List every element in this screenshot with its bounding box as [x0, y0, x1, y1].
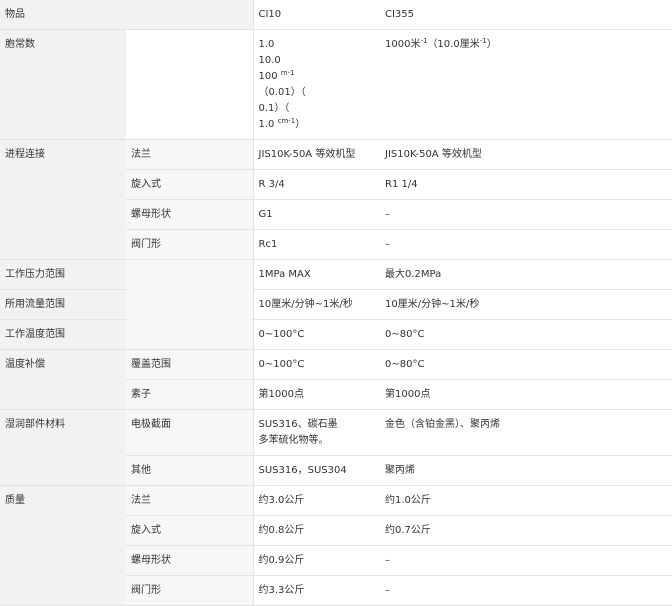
wetted-label: 湿润部件材料	[0, 409, 126, 486]
temp-ci10: 0~100°C	[253, 319, 380, 350]
mass-sub: 阀门形	[126, 575, 254, 606]
mass-ci355: –	[380, 575, 672, 606]
mass-label: 质量	[0, 485, 126, 606]
wetted-ci10-line: 多苯硫化物等。	[258, 435, 329, 446]
range-ci10-line: 100 m-1	[258, 69, 295, 83]
range-empty	[126, 29, 254, 140]
mass-ci10: 约3.3公斤	[253, 575, 380, 606]
mass-ci355: 约0.7公斤	[380, 515, 672, 546]
header-item: 物品	[0, 0, 126, 30]
flow-ci10: 10厘米/分钟~1米/秒	[253, 289, 380, 320]
connection-sub: 螺母形状	[126, 199, 254, 230]
connection-label: 进程连接	[0, 139, 126, 260]
header-ci10: CI10	[253, 0, 380, 30]
range-ci10-line: 1.0	[258, 39, 275, 50]
conditions-sub-empty	[126, 259, 254, 350]
mass-ci10: 约3.0公斤	[253, 485, 380, 516]
mass-sub: 旋入式	[126, 515, 254, 546]
wetted-ci355: 金色（含铂金黑）、聚丙烯	[380, 409, 672, 456]
connection-ci355: R1 1/4	[380, 169, 672, 200]
range-ci10-line: （0.01）（	[258, 87, 306, 98]
compensation-label: 温度补偿	[0, 349, 126, 410]
flow-ci355: 10厘米/分钟~1米/秒	[380, 289, 672, 320]
connection-sub: 阀门形	[126, 229, 254, 260]
pressure-ci355: 最大0.2MPa	[380, 259, 672, 290]
connection-ci10: JIS10K-50A 等效机型	[253, 139, 380, 170]
range-ci10: 1.0 10.0 100 m-1 （0.01）（ 0.1）（ 1.0 cm-1）	[253, 29, 380, 140]
mass-row: 质量 法兰 约3.0公斤 约1.0公斤	[0, 485, 672, 606]
wetted-ci10-line: SUS316、碳石墨	[258, 419, 338, 430]
range-ci10-line: 10.0	[258, 55, 281, 66]
compensation-ci10: 第1000点	[253, 379, 380, 410]
wetted-row: 湿润部件材料 电极截面 SUS316、碳石墨 多苯硫化物等。 金色（含铂金黑）、…	[0, 409, 672, 486]
temp-ci355: 0~80°C	[380, 319, 672, 350]
compensation-ci355: 0~80°C	[380, 349, 672, 380]
connection-ci10: G1	[253, 199, 380, 230]
connection-sub: 法兰	[126, 139, 254, 170]
compensation-ci355: 第1000点	[380, 379, 672, 410]
pressure-ci10: 1MPa MAX	[253, 259, 380, 290]
header-ci355: CI355	[380, 0, 672, 30]
pressure-label: 工作压力范围	[0, 259, 126, 290]
wetted-sub: 电极截面	[126, 409, 254, 456]
wetted-ci10: SUS316、碳石墨 多苯硫化物等。	[253, 409, 380, 456]
wetted-ci355: 聚丙烯	[380, 455, 672, 486]
pressure-row: 工作压力范围 1MPa MAX 最大0.2MPa	[0, 259, 672, 350]
compensation-ci10: 0~100°C	[253, 349, 380, 380]
range-ci10-line: 1.0 cm-1）	[258, 117, 306, 131]
mass-sub: 螺母形状	[126, 545, 254, 576]
wetted-ci10: SUS316，SUS304	[253, 455, 380, 486]
connection-ci355: –	[380, 199, 672, 230]
mass-ci10: 约0.8公斤	[253, 515, 380, 546]
header-row: 物品 CI10 CI355	[0, 0, 672, 30]
wetted-sub: 其他	[126, 455, 254, 486]
temp-row: 工作温度范围 0~100°C 0~80°C	[0, 319, 672, 350]
connection-ci10: R 3/4	[253, 169, 380, 200]
compensation-sub: 素子	[126, 379, 254, 410]
compensation-row: 温度补偿 覆盖范围 0~100°C 0~80°C	[0, 349, 672, 410]
range-ci10-line: 0.1）（	[258, 103, 290, 114]
connection-row: 进程连接 法兰 JIS10K-50A 等效机型 JIS10K-50A 等效机型	[0, 139, 672, 260]
flow-row: 所用流量范围 10厘米/分钟~1米/秒 10厘米/分钟~1米/秒	[0, 289, 672, 320]
range-label: 胞常数	[0, 29, 126, 140]
mass-ci10: 约0.9公斤	[253, 545, 380, 576]
compensation-sub: 覆盖范围	[126, 349, 254, 380]
connection-sub: 旋入式	[126, 169, 254, 200]
range-row: 胞常数 1.0 10.0 100 m-1 （0.01）（ 0.1）（ 1.0 c…	[0, 29, 672, 140]
connection-ci10: Rc1	[253, 229, 380, 260]
mass-ci355: –	[380, 545, 672, 576]
mass-ci355: 约1.0公斤	[380, 485, 672, 516]
spec-table: 物品 CI10 CI355 胞常数 1.0 10.0 100 m-1 （0.01…	[0, 0, 672, 606]
connection-ci355: –	[380, 229, 672, 260]
temp-label: 工作温度范围	[0, 319, 126, 350]
flow-label: 所用流量范围	[0, 289, 126, 320]
mass-sub: 法兰	[126, 485, 254, 516]
connection-ci355: JIS10K-50A 等效机型	[380, 139, 672, 170]
range-ci355: 1000米-1（10.0厘米-1）	[380, 29, 672, 140]
header-empty	[126, 0, 254, 30]
